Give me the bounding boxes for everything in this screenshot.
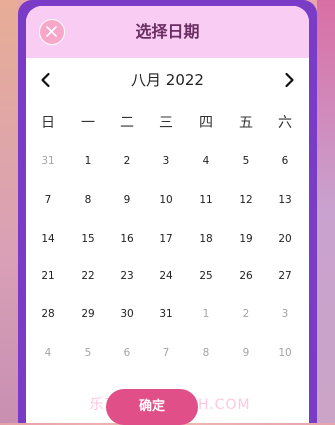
calendar-day[interactable]: 7 [28,190,68,210]
calendar-day[interactable]: 15 [68,229,108,249]
calendar-day[interactable]: 9 [107,190,147,210]
calendar-day[interactable]: 11 [186,190,226,210]
date-picker-panel: 选择日期 八月 2022 日 一 二 三 四 五 六 31 1 2 3 4 5 … [26,6,309,423]
calendar-day[interactable]: 19 [226,229,266,249]
calendar-day[interactable]: 6 [107,343,147,363]
confirm-button[interactable]: 确定 [106,389,198,425]
calendar-day[interactable]: 5 [68,343,108,363]
calendar-grid: 31 1 2 3 4 5 6 7 8 9 10 11 12 13 14 15 16 17 18 19 20 21 22 23 2… [26,6,309,423]
calendar-day[interactable]: 18 [186,229,226,249]
background-left-strip [0,0,18,423]
calendar-day[interactable]: 9 [226,343,266,363]
calendar-day[interactable]: 31 [28,151,68,171]
calendar-day[interactable]: 29 [68,304,108,324]
calendar-day[interactable]: 4 [186,151,226,171]
calendar-day[interactable]: 13 [265,190,305,210]
calendar-day[interactable]: 30 [107,304,147,324]
calendar-day[interactable]: 10 [265,343,305,363]
calendar-day[interactable]: 12 [226,190,266,210]
calendar-day[interactable]: 31 [146,304,186,324]
calendar-day[interactable]: 17 [146,229,186,249]
date-picker-dialog: 选择日期 八月 2022 日 一 二 三 四 五 六 31 1 2 3 4 5 … [18,0,317,423]
calendar-day[interactable]: 1 [68,151,108,171]
calendar-day[interactable]: 2 [226,304,266,324]
calendar-day[interactable]: 22 [68,266,108,286]
calendar-day[interactable]: 10 [146,190,186,210]
calendar-day[interactable]: 20 [265,229,305,249]
calendar-day[interactable]: 16 [107,229,147,249]
calendar-day[interactable]: 4 [28,343,68,363]
calendar-day[interactable]: 21 [28,266,68,286]
calendar-day[interactable]: 26 [226,266,266,286]
calendar-day[interactable]: 6 [265,151,305,171]
calendar-day[interactable]: 3 [146,151,186,171]
calendar-day[interactable]: 3 [265,304,305,324]
calendar-day[interactable]: 8 [186,343,226,363]
calendar-day[interactable]: 23 [107,266,147,286]
calendar-day[interactable]: 2 [107,151,147,171]
calendar-day[interactable]: 24 [146,266,186,286]
calendar-day[interactable]: 28 [28,304,68,324]
calendar-day[interactable]: 5 [226,151,266,171]
calendar-day[interactable]: 7 [146,343,186,363]
calendar-day[interactable]: 1 [186,304,226,324]
calendar-day[interactable]: 25 [186,266,226,286]
calendar-day[interactable]: 8 [68,190,108,210]
background-right-strip [317,0,335,423]
calendar-day[interactable]: 14 [28,229,68,249]
calendar-day[interactable]: 27 [265,266,305,286]
